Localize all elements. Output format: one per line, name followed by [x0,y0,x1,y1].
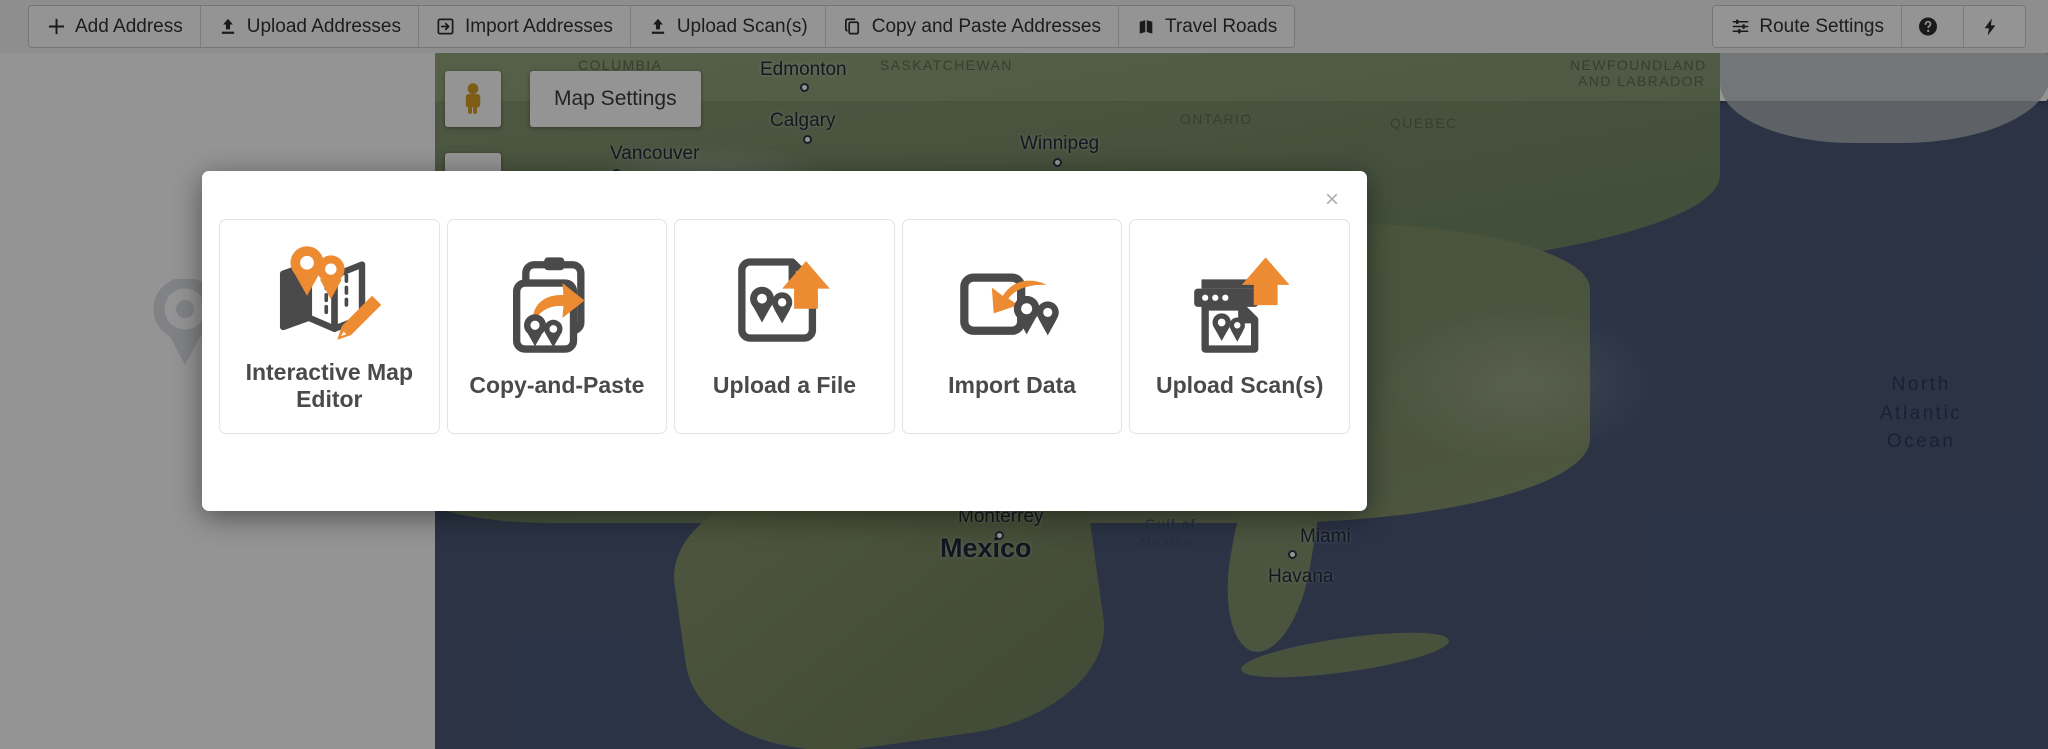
close-icon[interactable]: × [1317,185,1347,215]
clipboard-arrow-pins-icon [502,254,612,358]
card-label: Upload Scan(s) [1155,372,1324,398]
card-import-data[interactable]: Import Data [901,219,1123,434]
app-root: Add Address Upload Addresses Import Addr… [0,0,2048,749]
card-copy-and-paste[interactable]: Copy-and-Paste [446,219,668,434]
card-label: Interactive Map Editor [245,358,414,412]
screen-arrow-pins-icon [957,254,1067,358]
modal-card-grid: Interactive Map Editor Copy-and-Paste Up… [219,219,1350,434]
card-label: Import Data [948,372,1076,398]
scanner-pins-upload-icon [1185,254,1295,358]
card-upload-a-file[interactable]: Upload a File [674,219,895,434]
card-label: Upload a File [712,372,857,398]
card-interactive-map-editor[interactable]: Interactive Map Editor [219,219,440,434]
document-pins-upload-icon [729,254,839,358]
add-addresses-modal: × Interactive Map Editor Copy-and-Paste … [202,171,1367,511]
card-label: Copy-and-Paste [469,372,645,398]
card-upload-scans[interactable]: Upload Scan(s) [1129,219,1350,434]
map-pins-pencil-icon [274,241,384,345]
